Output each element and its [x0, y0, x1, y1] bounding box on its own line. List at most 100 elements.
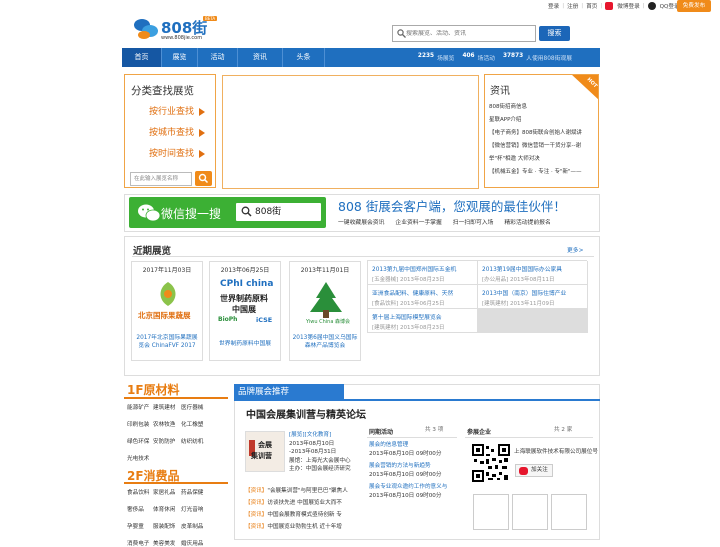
activity-date: 2013年08月10日 09时00分 — [369, 471, 442, 478]
category-link[interactable]: 能源矿产 — [127, 403, 153, 411]
follow-button[interactable]: 加关注 — [515, 464, 553, 477]
exhibition-list-item[interactable]: 2013第九届中国郑州国际五金机 [五金器械] 2013年08月23日 — [368, 261, 478, 285]
category-link[interactable]: 医疗器械 — [181, 403, 211, 411]
company-name[interactable]: 上海联展软件技术有限公司展位号 — [514, 447, 598, 457]
category-link[interactable]: 建筑建材 — [153, 403, 181, 411]
weibo-icon — [519, 467, 528, 475]
category-link[interactable]: 美容美发 — [153, 539, 181, 547]
exhibition-name-input[interactable]: 在此输入展览名称 — [130, 172, 192, 186]
exhibition-title: 世界制药原料中国展 — [218, 341, 272, 347]
forum-logo[interactable]: 会展 集训营 — [245, 431, 285, 472]
exhibition-list-item[interactable]: 亚洲食品配料、健康原料、天然 [食品饮料] 2013年06月25日 — [368, 285, 478, 309]
register-link[interactable]: 注册 — [567, 2, 578, 10]
news-item[interactable]: 808街招商信息 — [489, 102, 527, 110]
activity-date: 2013年08月10日 09时00分 — [369, 450, 442, 457]
news-panel: 资讯 HOT 808街招商信息 星联APP介绍 【电子商务】808街联合创始人谢… — [484, 74, 599, 188]
category-link[interactable]: 孕婴童 — [127, 522, 153, 530]
category-link[interactable]: 消费电子 — [127, 539, 153, 547]
news-item[interactable]: 星联APP介绍 — [489, 115, 521, 123]
banner-area[interactable] — [222, 75, 479, 189]
site-logo[interactable]: 808街 www.808jie.com BETA — [130, 14, 220, 44]
home-link[interactable]: 首页 — [586, 2, 597, 10]
news-item[interactable]: 【电子商务】808街联合创始人谢斌讲 — [489, 128, 582, 136]
category-link[interactable]: 婚庆用品 — [181, 539, 211, 547]
news-item[interactable]: 举"杯"相邀 大师对决 — [489, 154, 540, 162]
forum-tag[interactable]: [展览][文化教育] — [289, 431, 351, 440]
nav-home[interactable]: 首页 — [122, 48, 162, 67]
divider — [132, 256, 594, 257]
forum-venue: 展馆：上海光大会展中心 — [289, 457, 351, 464]
cphi-logo-line3: 中国展 — [232, 305, 256, 314]
category-link[interactable]: 服装配饰 — [153, 522, 181, 530]
stat-activities-count: 406 — [462, 53, 475, 59]
app-features: 一键收藏展会资讯 企业资料一手掌握 扫一扫即可入场 精彩活动提前报名 — [338, 217, 551, 226]
nav-news[interactable]: 资讯 — [238, 48, 283, 67]
nav-activities[interactable]: 活动 — [198, 48, 238, 67]
company-thumbnail[interactable] — [473, 494, 509, 530]
cphi-logo-line2: 世界制药原料 — [220, 294, 268, 303]
exhibition-card[interactable]: 2013年11月01日 Yiwu China 森博会 2013第6届中国义乌国际… — [289, 261, 361, 361]
category-link[interactable]: 化工橡塑 — [181, 420, 211, 428]
category-link[interactable]: 纺织纺机 — [181, 437, 211, 445]
category-link[interactable]: 印刷包装 — [127, 420, 153, 428]
forum-news-item[interactable]: 【资讯】访谈扶先进 中国展览业大而不 — [245, 497, 348, 509]
company-thumbnail[interactable] — [551, 494, 587, 530]
exhibition-list-item[interactable]: 第十届上海国际模型展览会 [建筑建材] 2013年08月23日 — [368, 309, 478, 333]
exhibition-list-item[interactable]: 2013中国（南京）国际住博产业 [建筑建材] 2013年11月09日 — [478, 285, 588, 309]
exhibition-list-meta: [建筑建材] 2013年11月09日 — [482, 301, 555, 307]
category-link[interactable]: 农林牧渔 — [153, 420, 181, 428]
weibo-login-link[interactable]: 微博登录 — [617, 2, 639, 10]
exhibition-list-item[interactable]: 2013第19届中国国际办公家具 [办公用品] 2013年08月11日 — [478, 261, 588, 285]
category-link[interactable]: 药品保健 — [181, 488, 211, 496]
search-input[interactable] — [406, 30, 526, 37]
forum-title[interactable]: 中国会展集训营与精英论坛 — [246, 406, 366, 421]
app-feature: 一键收藏展会资讯 — [338, 220, 385, 226]
logo-url-text: www.808jie.com — [161, 35, 203, 41]
find-by-time-link[interactable]: 按时间查找 — [149, 146, 206, 159]
app-slogan: 808 街展会客户端，您观展的最佳伙伴！ — [338, 199, 566, 214]
more-link[interactable]: 更多> — [567, 245, 583, 254]
nav-headlines[interactable]: 头条 — [283, 48, 325, 67]
forum-news-item[interactable]: 【资讯】中国会展教育模式亟待创新 专 — [245, 509, 348, 521]
bioph-logo-text: BioPh — [218, 316, 238, 323]
category-link[interactable]: 光电技术 — [127, 454, 153, 462]
category-link[interactable]: 奢侈品 — [127, 505, 153, 513]
exhibition-list-title: 2013第19届中国国际办公家具 — [482, 267, 563, 273]
exhibition-card[interactable]: 2017年11月03日 北京国际果蔬展 2017年北京国际果蔬展览会 China… — [131, 261, 203, 361]
login-link[interactable]: 登录 — [548, 2, 559, 10]
find-by-city-link[interactable]: 按城市查找 — [149, 125, 206, 138]
floor-2-bar — [124, 482, 228, 484]
exhibition-list-title: 亚洲食品配料、健康原料、天然 — [372, 291, 454, 297]
activity-item[interactable]: 展会专业观众邀约工作的意义与 2013年08月10日 09时00分 — [369, 483, 447, 500]
category-link[interactable]: 皮革制品 — [181, 522, 211, 530]
stat-exhibitions-count: 2235 — [417, 53, 435, 59]
category-link[interactable]: 绿色环保 — [127, 437, 153, 445]
category-link[interactable]: 食品饮料 — [127, 488, 153, 496]
activity-item[interactable]: 展会营销的方法与新趋势 2013年08月10日 09时00分 — [369, 462, 447, 479]
category-link[interactable]: 灯光音响 — [181, 505, 211, 513]
find-by-industry-link[interactable]: 按行业查找 — [149, 104, 206, 117]
category-link[interactable]: 体育休闲 — [153, 505, 181, 513]
forum-news-item[interactable]: 【资讯】"会展集训营"与阿里巴巴"聚焦人 — [245, 485, 348, 497]
search-button[interactable]: 搜索 — [539, 26, 570, 41]
news-item[interactable]: 【机械五金】专业 · 专注 · 专"新"—— — [489, 167, 582, 175]
activity-title: 展会营销的方法与新趋势 — [369, 463, 431, 469]
exhibition-card[interactable]: 2013年06月25日 CPhI china 世界制药原料 中国展 BioPh … — [209, 261, 281, 361]
exhibition-list-meta: [办公用品] 2013年08月11日 — [482, 277, 555, 283]
divider — [367, 437, 457, 438]
exhibition-list-title: 第十届上海国际模型展览会 — [372, 315, 442, 321]
category-search-button[interactable] — [195, 171, 212, 186]
nav-exhibitions[interactable]: 展览 — [162, 48, 198, 67]
exhibition-list: 2013第九届中国郑州国际五金机 [五金器械] 2013年08月23日 2013第… — [367, 260, 588, 333]
news-item[interactable]: 【微信营销】微信营销一干货分享--谢 — [489, 141, 581, 149]
publish-button[interactable]: 免费发布 — [677, 0, 711, 12]
category-link[interactable]: 安防防护 — [153, 437, 181, 445]
activity-item[interactable]: 展会的信息管理 2013年08月10日 09时00分 — [369, 441, 447, 458]
beta-badge: BETA — [203, 16, 218, 21]
floor-1-title[interactable]: 1F原材料 — [127, 381, 180, 398]
exhibition-logo: Yiwu China 森博会 — [294, 278, 358, 326]
forum-news-item[interactable]: 【资讯】中国展览业勃勃生机 近十年增 — [245, 521, 348, 533]
company-thumbnail[interactable] — [512, 494, 548, 530]
activity-list: 展会的信息管理 2013年08月10日 09时00分 展会营销的方法与新趋势 201… — [369, 441, 447, 500]
category-link[interactable]: 家居礼品 — [153, 488, 181, 496]
